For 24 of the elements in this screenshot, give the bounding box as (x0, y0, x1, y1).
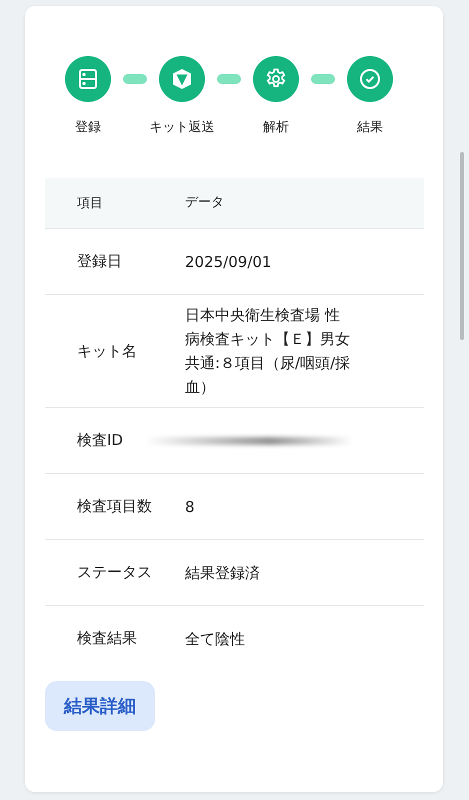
column-header: 項目 (76, 195, 104, 212)
step-connector (311, 74, 335, 84)
row-label: ステータス (76, 563, 153, 582)
row-label: キット名 (76, 342, 138, 360)
step-label: キット返送 (150, 119, 214, 136)
row-value: 8 (185, 496, 196, 518)
row-label: 検査ID (76, 431, 124, 450)
server-icon (76, 67, 100, 91)
step-connector (123, 74, 147, 84)
row-value: 日本中央衛生検査場 性病検査キット【Ｅ】男女共通:８項目（尿/咽頭/採血） (185, 305, 352, 398)
row-label: 検査結果 (76, 629, 138, 648)
result-details-button[interactable]: 結果詳細 (45, 681, 155, 731)
hexagon-icon (170, 67, 194, 91)
step-label: 登録 (75, 119, 101, 136)
step-label: 結果 (357, 119, 383, 136)
step-label: 解析 (263, 119, 289, 136)
row-value: 結果登録済 (185, 562, 261, 584)
row-value: 2025/09/01 (185, 252, 272, 272)
step-connector (217, 74, 241, 84)
row-label: 登録日 (76, 252, 123, 271)
column-header: データ (185, 194, 225, 212)
check-circle-icon (358, 67, 382, 91)
row-label: 検査項目数 (76, 497, 153, 516)
row-value: 全て陰性 (185, 628, 246, 650)
